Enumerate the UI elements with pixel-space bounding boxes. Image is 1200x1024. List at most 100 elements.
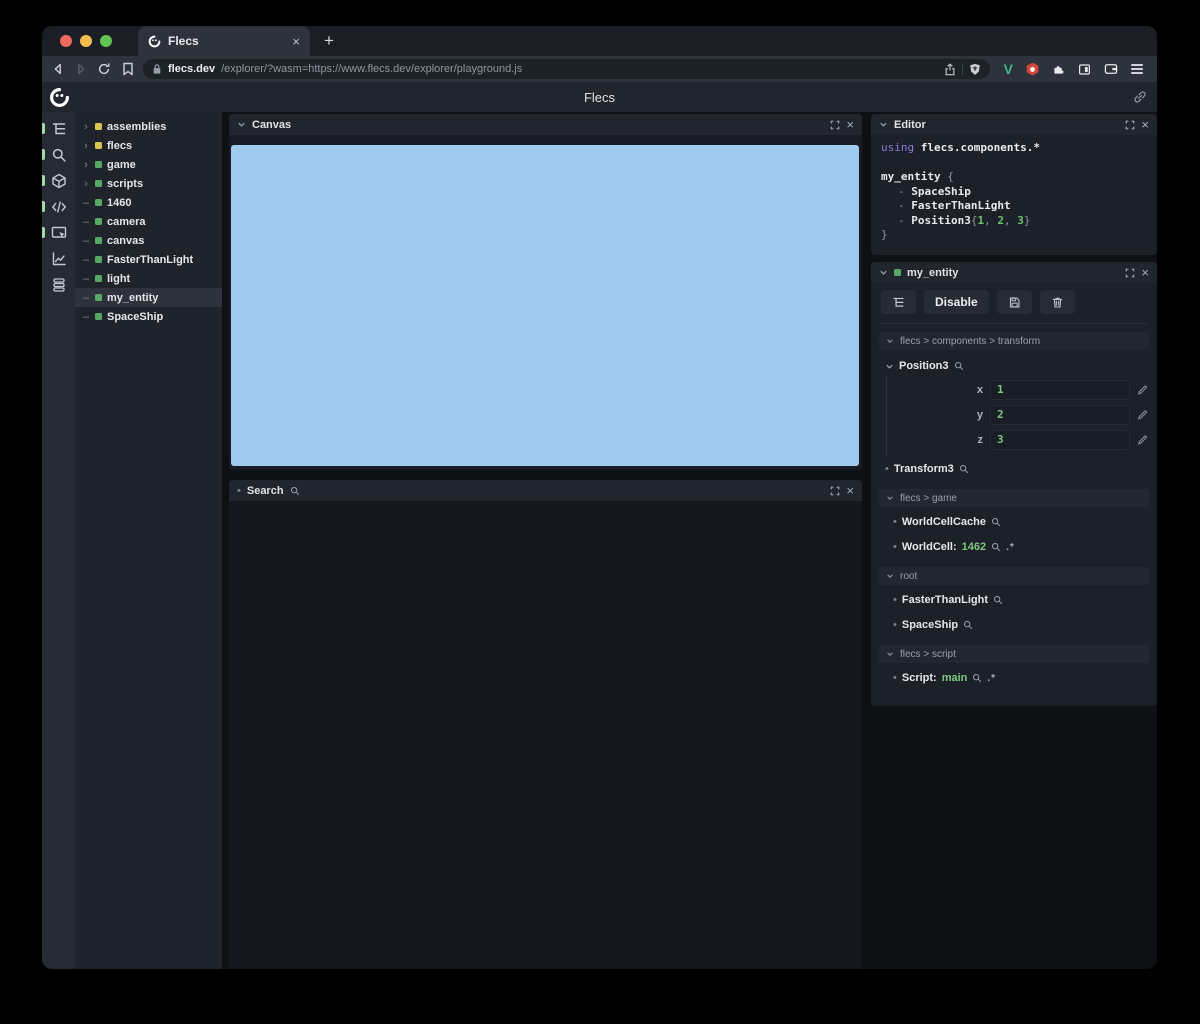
sidebar-item-search-icon[interactable] xyxy=(51,146,67,163)
collapse-chevron-icon[interactable] xyxy=(237,120,246,129)
sidebar-item-entities-cube-icon[interactable] xyxy=(51,172,67,189)
magnifier-icon[interactable] xyxy=(972,673,982,683)
canvas-panel: Canvas × xyxy=(229,114,862,470)
close-panel-icon[interactable]: × xyxy=(1141,118,1149,131)
collapse-chevron-icon[interactable] xyxy=(879,120,888,129)
edit-pencil-icon[interactable] xyxy=(1137,434,1148,445)
sidebar-item-canvas-icon[interactable] xyxy=(51,224,67,241)
share-link-icon[interactable] xyxy=(1133,90,1147,104)
url-bar[interactable]: flecs.dev /explorer/?wasm=https://www.fl… xyxy=(143,59,990,79)
section-header-game[interactable]: flecs > game xyxy=(879,489,1149,507)
panel-title: my_entity xyxy=(907,266,959,279)
expand-chevron-icon[interactable]: › xyxy=(82,159,90,171)
section-title: flecs > script xyxy=(900,648,956,660)
edit-pencil-icon[interactable] xyxy=(1137,409,1148,420)
edit-pencil-icon[interactable] xyxy=(1137,384,1148,395)
wallet-icon[interactable] xyxy=(1104,63,1118,75)
tree-item-label: SpaceShip xyxy=(107,310,164,323)
tree-item[interactable]: › game xyxy=(75,155,222,174)
component-script[interactable]: • Script: main .* xyxy=(871,665,1157,690)
search-panel: • Search × xyxy=(229,480,862,969)
magnifier-icon[interactable] xyxy=(959,464,969,474)
tree-item-selected[interactable]: – my_entity xyxy=(75,288,222,307)
section-header-root[interactable]: root xyxy=(879,567,1149,585)
expand-chevron-icon[interactable]: › xyxy=(82,121,90,133)
new-tab-button[interactable]: + xyxy=(324,31,334,51)
collapse-chevron-icon[interactable] xyxy=(885,362,894,371)
entity-color-square xyxy=(95,218,102,225)
field-row: z xyxy=(887,427,1157,452)
fullscreen-icon[interactable] xyxy=(1125,268,1135,278)
tree-item[interactable]: – 1460 xyxy=(75,193,222,212)
magnifier-icon[interactable] xyxy=(991,542,1001,552)
z-value-input[interactable] xyxy=(990,429,1130,450)
section-header-transform[interactable]: flecs > components > transform xyxy=(879,332,1149,350)
x-value-input[interactable] xyxy=(990,379,1130,400)
tree-item[interactable]: – SpaceShip xyxy=(75,307,222,326)
fullscreen-icon[interactable] xyxy=(830,120,840,130)
tree-item[interactable]: › assemblies xyxy=(75,117,222,136)
collapse-chevron-icon[interactable] xyxy=(879,268,888,277)
section-header-script[interactable]: flecs > script xyxy=(879,645,1149,663)
entity-color-square xyxy=(95,294,102,301)
save-button[interactable] xyxy=(996,290,1032,314)
close-panel-icon[interactable]: × xyxy=(1141,266,1149,279)
magnifier-icon[interactable] xyxy=(993,595,1003,605)
tree-item[interactable]: – light xyxy=(75,269,222,288)
tree-item[interactable]: – camera xyxy=(75,212,222,231)
reload-button[interactable] xyxy=(97,62,111,76)
tree-item[interactable]: – canvas xyxy=(75,231,222,250)
magnifier-icon[interactable] xyxy=(954,361,964,371)
adguard-extension-icon[interactable] xyxy=(1026,62,1039,76)
show-in-tree-button[interactable] xyxy=(881,290,916,314)
extension-icons: V xyxy=(1004,62,1143,76)
component-name: Transform3 xyxy=(893,463,954,475)
close-panel-icon[interactable]: × xyxy=(846,118,854,131)
minimize-window-button[interactable] xyxy=(80,35,92,47)
y-value-input[interactable] xyxy=(990,404,1130,425)
share-icon[interactable] xyxy=(944,62,956,76)
expand-chevron-icon[interactable]: › xyxy=(82,178,90,190)
magnifier-icon[interactable] xyxy=(963,620,973,630)
magnifier-icon[interactable] xyxy=(290,486,300,496)
magnifier-icon[interactable] xyxy=(991,517,1001,527)
component-worldcell[interactable]: • WorldCell: 1462 .* xyxy=(871,534,1157,559)
entity-color-square xyxy=(95,237,102,244)
expand-chevron-icon[interactable]: › xyxy=(82,140,90,152)
extensions-puzzle-icon[interactable] xyxy=(1052,63,1065,76)
active-pill xyxy=(42,123,45,134)
back-button[interactable] xyxy=(51,62,65,76)
bookmark-icon[interactable] xyxy=(122,62,134,76)
close-panel-icon[interactable]: × xyxy=(846,484,854,497)
brave-shield-icon[interactable] xyxy=(969,63,981,76)
component-worldcellcache[interactable]: • WorldCellCache xyxy=(871,509,1157,534)
tag-spaceship[interactable]: • SpaceShip xyxy=(871,612,1157,637)
zoom-window-button[interactable] xyxy=(100,35,112,47)
fullscreen-icon[interactable] xyxy=(1125,120,1135,130)
tree-item[interactable]: – FasterThanLight xyxy=(75,250,222,269)
fullscreen-icon[interactable] xyxy=(830,486,840,496)
tree-item[interactable]: › flecs xyxy=(75,136,222,155)
sidebar-item-queries-rows-icon[interactable] xyxy=(51,276,67,293)
sidebar-item-code-icon[interactable] xyxy=(51,198,67,215)
browser-tab[interactable]: Flecs × xyxy=(138,26,310,56)
sidebar-toggle-icon[interactable] xyxy=(1078,63,1091,76)
component-position3[interactable]: Position3 xyxy=(871,352,1157,375)
vue-devtools-icon[interactable]: V xyxy=(1004,62,1013,76)
bullet: • xyxy=(893,541,897,553)
component-transform3[interactable]: • Transform3 xyxy=(871,456,1157,481)
tab-favicon-flecs-icon xyxy=(148,35,161,48)
search-panel-header: • Search × xyxy=(229,480,862,501)
sidebar-item-stats-chart-icon[interactable] xyxy=(51,250,67,267)
render-canvas[interactable] xyxy=(231,145,859,466)
sidebar-item-tree-icon[interactable] xyxy=(51,120,67,137)
tree-item[interactable]: › scripts xyxy=(75,174,222,193)
code-editor[interactable]: using flecs.components.* my_entity { - S… xyxy=(871,135,1157,249)
tag-fasterthanlight[interactable]: • FasterThanLight xyxy=(871,587,1157,612)
close-window-button[interactable] xyxy=(60,35,72,47)
disable-button[interactable]: Disable xyxy=(924,290,989,314)
forward-button[interactable] xyxy=(74,62,88,76)
browser-menu-icon[interactable] xyxy=(1131,63,1143,75)
tab-close-icon[interactable]: × xyxy=(292,34,300,49)
delete-button[interactable] xyxy=(1039,290,1075,314)
